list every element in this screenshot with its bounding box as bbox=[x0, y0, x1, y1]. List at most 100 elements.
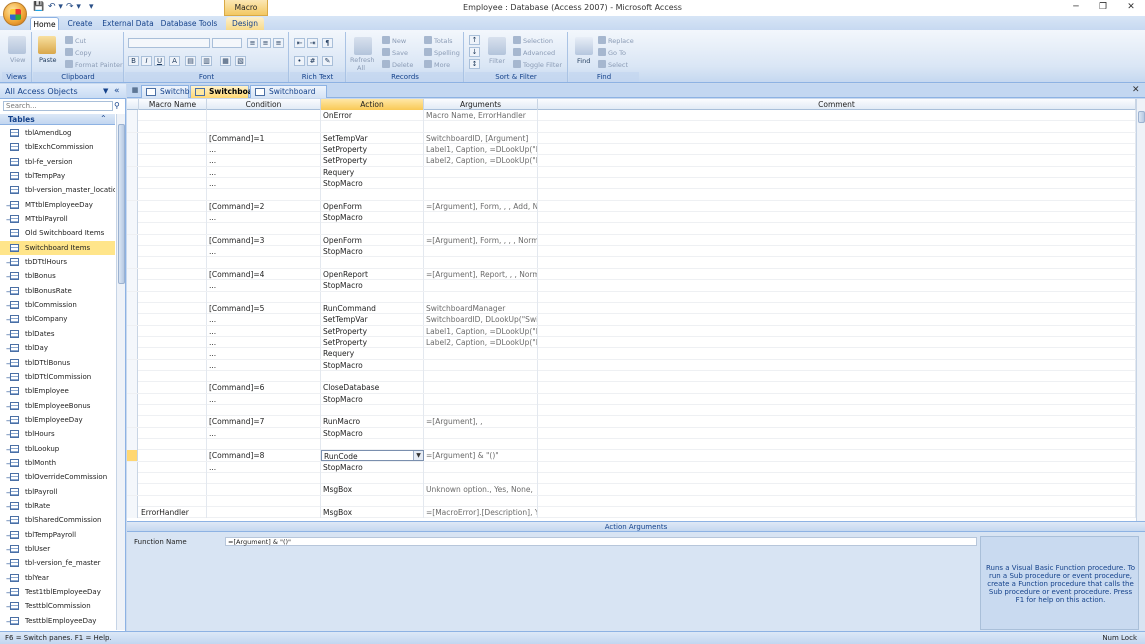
action-cell[interactable]: SetProperty bbox=[321, 336, 424, 348]
row-selector[interactable] bbox=[127, 144, 138, 156]
condition-cell[interactable] bbox=[207, 257, 321, 269]
condition-cell[interactable] bbox=[207, 404, 321, 416]
action-cell[interactable]: SetProperty bbox=[321, 155, 424, 167]
align-left-icon[interactable]: ≡ bbox=[247, 38, 258, 48]
collapse-icon[interactable]: ⌃ bbox=[100, 114, 107, 123]
comment-cell[interactable] bbox=[538, 257, 1136, 269]
comment-cell[interactable] bbox=[538, 302, 1136, 314]
scroll-thumb[interactable] bbox=[118, 124, 125, 284]
shutter-bar-icon[interactable]: « bbox=[114, 86, 120, 96]
comment-cell[interactable] bbox=[538, 155, 1136, 167]
comment-cell[interactable] bbox=[538, 223, 1136, 235]
nav-table-item[interactable]: → tblCompany bbox=[0, 312, 115, 326]
condition-cell[interactable]: [Command]=8 bbox=[207, 450, 321, 462]
nav-table-item[interactable]: tblTempPay bbox=[0, 169, 115, 183]
row-selector[interactable] bbox=[127, 121, 138, 133]
align-right-icon[interactable]: ≡ bbox=[273, 38, 284, 48]
row-selector[interactable] bbox=[127, 450, 138, 462]
select-all-corner[interactable] bbox=[127, 99, 139, 110]
arguments-cell[interactable] bbox=[424, 166, 538, 178]
highlight-icon[interactable]: ▥ bbox=[201, 56, 212, 66]
condition-cell[interactable]: ... bbox=[207, 427, 321, 439]
row-selector[interactable] bbox=[127, 268, 138, 280]
nav-table-item[interactable]: → tblEmployeeDay bbox=[0, 413, 115, 427]
nav-table-item[interactable]: → tblCommission bbox=[0, 298, 115, 312]
tab-create[interactable]: Create bbox=[64, 17, 96, 30]
macro-name-cell[interactable] bbox=[139, 359, 207, 371]
arguments-cell[interactable] bbox=[424, 189, 538, 201]
arguments-cell[interactable]: =[Argument], , bbox=[424, 416, 538, 428]
header-condition[interactable]: Condition bbox=[207, 99, 321, 110]
comment-cell[interactable] bbox=[538, 461, 1136, 473]
action-cell[interactable] bbox=[321, 473, 424, 484]
undo-icon[interactable]: ↶ ▾ bbox=[48, 2, 63, 13]
macro-name-cell[interactable]: ErrorHandler bbox=[139, 507, 207, 519]
doc-tab-switchboard-form[interactable]: Switchboard bbox=[141, 85, 206, 98]
arguments-cell[interactable] bbox=[424, 348, 538, 360]
action-cell[interactable]: SetTempVar bbox=[321, 314, 424, 326]
nav-table-item[interactable]: → MTtblEmployeeDay bbox=[0, 198, 115, 212]
nav-table-item[interactable]: → TesttblCommission bbox=[0, 599, 115, 613]
row-selector[interactable] bbox=[127, 507, 138, 519]
arguments-cell[interactable] bbox=[424, 257, 538, 269]
macro-name-cell[interactable] bbox=[139, 155, 207, 167]
condition-cell[interactable] bbox=[207, 507, 321, 519]
arguments-cell[interactable]: Label1, Caption, =DLookUp("Ite bbox=[424, 144, 538, 156]
doc-tab-switchboard-items[interactable]: Switchboard Items bbox=[250, 85, 327, 108]
arguments-cell[interactable] bbox=[424, 359, 538, 371]
macro-name-cell[interactable] bbox=[139, 200, 207, 212]
macro-name-cell[interactable] bbox=[139, 325, 207, 337]
arguments-cell[interactable]: Label1, Caption, =DLookUp("Ite bbox=[424, 325, 538, 337]
nav-header[interactable]: All Access Objects ▼ « bbox=[0, 84, 126, 99]
macro-name-cell[interactable] bbox=[139, 257, 207, 269]
nav-table-item[interactable]: tblExchCommission bbox=[0, 140, 115, 154]
macro-name-cell[interactable] bbox=[139, 223, 207, 235]
macro-name-cell[interactable] bbox=[139, 144, 207, 156]
tab-list-icon[interactable]: ▦ bbox=[130, 86, 140, 96]
action-cell[interactable]: CloseDatabase bbox=[321, 382, 424, 394]
comment-cell[interactable] bbox=[538, 427, 1136, 439]
arguments-cell[interactable]: SwitchboardID, DLookUp("Swit bbox=[424, 314, 538, 326]
arguments-cell[interactable] bbox=[424, 461, 538, 473]
arguments-cell[interactable]: =[Argument] & "()" bbox=[424, 450, 538, 462]
macro-name-cell[interactable] bbox=[139, 314, 207, 326]
macro-name-cell[interactable] bbox=[139, 246, 207, 258]
arguments-cell[interactable]: =[Argument], Report, , , Norma bbox=[424, 268, 538, 280]
row-selector[interactable] bbox=[127, 461, 138, 473]
toggle-filter-button[interactable]: Toggle Filter bbox=[513, 60, 562, 70]
condition-cell[interactable]: ... bbox=[207, 212, 321, 224]
arguments-cell[interactable] bbox=[424, 212, 538, 224]
arguments-cell[interactable]: Label2, Caption, =DLookUp("Ite bbox=[424, 336, 538, 348]
grid-scrollbar[interactable] bbox=[1136, 99, 1145, 521]
macro-name-cell[interactable] bbox=[139, 427, 207, 439]
macro-name-cell[interactable] bbox=[139, 484, 207, 496]
comment-cell[interactable] bbox=[538, 336, 1136, 348]
condition-cell[interactable]: [Command]=2 bbox=[207, 200, 321, 212]
office-button[interactable] bbox=[3, 2, 27, 26]
row-selector[interactable] bbox=[127, 302, 138, 314]
cut-button[interactable]: Cut bbox=[65, 36, 86, 46]
close-window-button[interactable]: ✕ bbox=[1119, 1, 1143, 14]
font-name-box[interactable] bbox=[128, 38, 210, 48]
arguments-cell[interactable] bbox=[424, 291, 538, 303]
comment-cell[interactable] bbox=[538, 144, 1136, 156]
arguments-cell[interactable] bbox=[424, 495, 538, 507]
condition-cell[interactable]: ... bbox=[207, 314, 321, 326]
comment-cell[interactable] bbox=[538, 132, 1136, 144]
ltr-icon[interactable]: ¶ bbox=[322, 38, 333, 48]
indent-decrease-icon[interactable]: ⇤ bbox=[294, 38, 305, 48]
comment-cell[interactable] bbox=[538, 382, 1136, 394]
row-selector[interactable] bbox=[127, 132, 138, 144]
tab-database-tools[interactable]: Database Tools bbox=[160, 17, 218, 30]
customize-qat-icon[interactable]: ▾ bbox=[89, 2, 94, 13]
arguments-cell[interactable]: SwitchboardID, [Argument] bbox=[424, 132, 538, 144]
condition-cell[interactable] bbox=[207, 473, 321, 484]
condition-cell[interactable] bbox=[207, 438, 321, 450]
action-cell[interactable]: OpenForm bbox=[321, 234, 424, 246]
underline-button[interactable]: U bbox=[154, 56, 165, 66]
tab-external-data[interactable]: External Data bbox=[102, 17, 154, 30]
macro-name-cell[interactable] bbox=[139, 178, 207, 190]
condition-cell[interactable] bbox=[207, 110, 321, 121]
nav-table-item[interactable]: → tblRate bbox=[0, 499, 115, 513]
redo-icon[interactable]: ↷ ▾ bbox=[66, 2, 81, 13]
